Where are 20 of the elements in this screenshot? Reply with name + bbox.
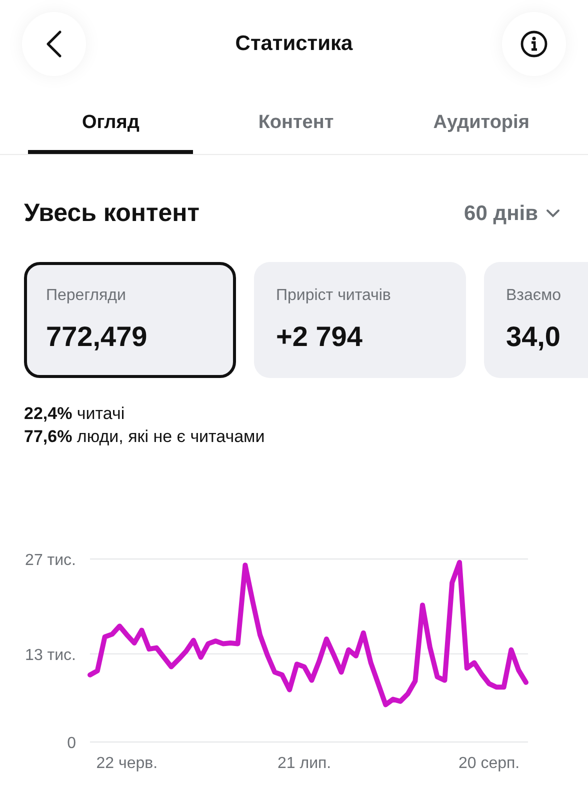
x-axis-label: 22 черв. [96, 755, 158, 772]
period-dropdown[interactable]: 60 днів [464, 202, 560, 226]
tab[interactable]: Аудиторія [398, 98, 564, 154]
y-axis-label: 0 [67, 735, 76, 752]
chevron-down-icon [546, 209, 560, 218]
audience-share-text: 22,4% читачі [24, 403, 126, 425]
section-title: Увесь контент [24, 199, 200, 228]
x-axis-label: 20 серп. [458, 755, 520, 772]
metric-card[interactable]: Приріст читачів +2 794 [254, 262, 466, 378]
x-axis-label: 21 лип. [278, 755, 332, 772]
y-axis-label: 13 тис. [25, 646, 76, 664]
back-icon [46, 30, 62, 58]
audience-share-text: 77,6% люди, які не є читачами [24, 426, 266, 448]
metric-card[interactable]: Взаємо 34,0 [484, 262, 588, 378]
info-icon [520, 30, 548, 58]
tab[interactable]: Контент [213, 98, 379, 154]
metric-card[interactable]: Перегляди 772,479 [24, 262, 236, 378]
page-title: Статистика [235, 32, 353, 56]
y-axis-label: 27 тис. [25, 552, 76, 569]
tab[interactable]: Огляд [28, 98, 194, 154]
